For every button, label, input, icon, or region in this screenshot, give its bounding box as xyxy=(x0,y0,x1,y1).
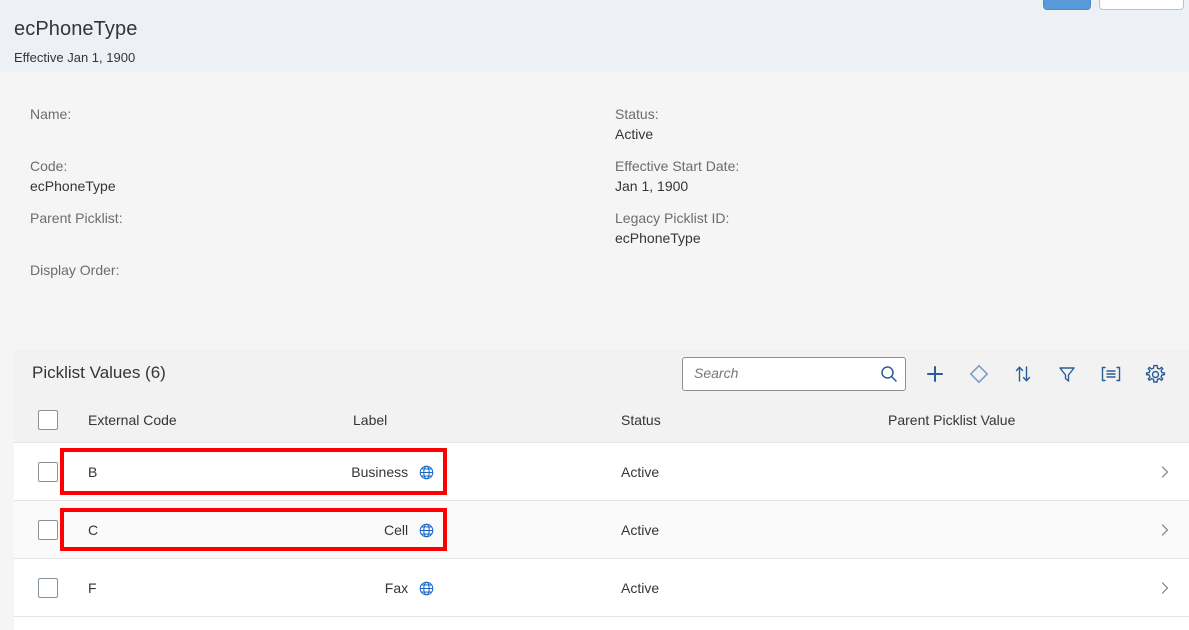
object-page-header: ecPhoneType Effective Jan 1, 1900 xyxy=(0,10,1189,72)
column-header-external-code[interactable]: External Code xyxy=(88,412,177,428)
select-all-checkbox[interactable] xyxy=(38,410,58,430)
field-code-label: Code: xyxy=(30,156,116,176)
field-display-order: Display Order: xyxy=(30,260,119,280)
field-status: Status: Active xyxy=(615,104,659,144)
field-name-label: Name: xyxy=(30,104,71,124)
column-header-parent-picklist-value[interactable]: Parent Picklist Value xyxy=(888,412,1015,428)
field-code: Code: ecPhoneType xyxy=(30,156,116,196)
field-legacy-picklist-id: Legacy Picklist ID: ecPhoneType xyxy=(615,208,729,248)
table-row[interactable]: B Business Active xyxy=(14,443,1189,501)
table-toolbar: Picklist Values (6) xyxy=(14,350,1189,399)
column-header-label[interactable]: Label xyxy=(353,412,387,428)
table-row[interactable]: C Cell Active xyxy=(14,501,1189,559)
chevron-right-icon[interactable] xyxy=(1158,581,1172,595)
page-subtitle: Effective Jan 1, 1900 xyxy=(14,50,135,65)
cell-status: Active xyxy=(621,464,659,480)
cell-label-text: Business xyxy=(351,464,408,480)
field-effective-start-date-label: Effective Start Date: xyxy=(615,156,739,176)
search-input[interactable] xyxy=(692,364,866,382)
cell-label-text: Cell xyxy=(384,522,408,538)
page-top-strip xyxy=(0,0,1189,10)
field-effective-start-date: Effective Start Date: Jan 1, 1900 xyxy=(615,156,739,196)
cell-label: Business xyxy=(14,464,434,483)
field-legacy-picklist-id-label: Legacy Picklist ID: xyxy=(615,208,729,228)
globe-icon[interactable] xyxy=(419,523,434,541)
globe-icon[interactable] xyxy=(419,465,434,483)
field-parent-picklist: Parent Picklist: xyxy=(30,208,123,228)
field-status-label: Status: xyxy=(615,104,659,124)
group-icon[interactable] xyxy=(1096,359,1126,389)
cell-label-text: Fax xyxy=(385,580,408,596)
diamond-icon[interactable] xyxy=(964,359,994,389)
page-title: ecPhoneType xyxy=(14,18,137,41)
column-header-status[interactable]: Status xyxy=(621,412,661,428)
filter-icon[interactable] xyxy=(1052,359,1082,389)
picklist-values-table: External Code Label Status Parent Pickli… xyxy=(14,398,1189,617)
cell-status: Active xyxy=(621,580,659,596)
field-name: Name: xyxy=(30,104,71,124)
add-icon[interactable] xyxy=(920,359,950,389)
globe-icon[interactable] xyxy=(419,581,434,599)
page-left-gutter xyxy=(0,350,14,630)
header-primary-action-button[interactable] xyxy=(1043,0,1091,10)
general-information-section: Name: Code: ecPhoneType Parent Picklist:… xyxy=(0,72,1189,350)
table-title: Picklist Values (6) xyxy=(32,363,166,383)
search-field[interactable] xyxy=(682,357,906,391)
chevron-right-icon[interactable] xyxy=(1158,523,1172,537)
field-effective-start-date-value: Jan 1, 1900 xyxy=(615,176,739,196)
field-status-value: Active xyxy=(615,124,659,144)
field-legacy-picklist-id-value: ecPhoneType xyxy=(615,228,729,248)
sort-icon[interactable] xyxy=(1008,359,1038,389)
search-icon[interactable] xyxy=(879,364,899,384)
chevron-right-icon[interactable] xyxy=(1158,465,1172,479)
cell-label: Cell xyxy=(14,522,434,541)
settings-icon[interactable] xyxy=(1140,359,1170,389)
cell-label: Fax xyxy=(14,580,434,599)
field-code-value: ecPhoneType xyxy=(30,176,116,196)
picklist-values-card: Picklist Values (6) xyxy=(14,350,1189,630)
cell-status: Active xyxy=(621,522,659,538)
field-parent-picklist-label: Parent Picklist: xyxy=(30,208,123,228)
table-row[interactable]: F Fax Active xyxy=(14,559,1189,617)
header-secondary-action-button[interactable] xyxy=(1099,0,1184,10)
field-display-order-label: Display Order: xyxy=(30,260,119,280)
table-header-row: External Code Label Status Parent Pickli… xyxy=(14,398,1189,443)
